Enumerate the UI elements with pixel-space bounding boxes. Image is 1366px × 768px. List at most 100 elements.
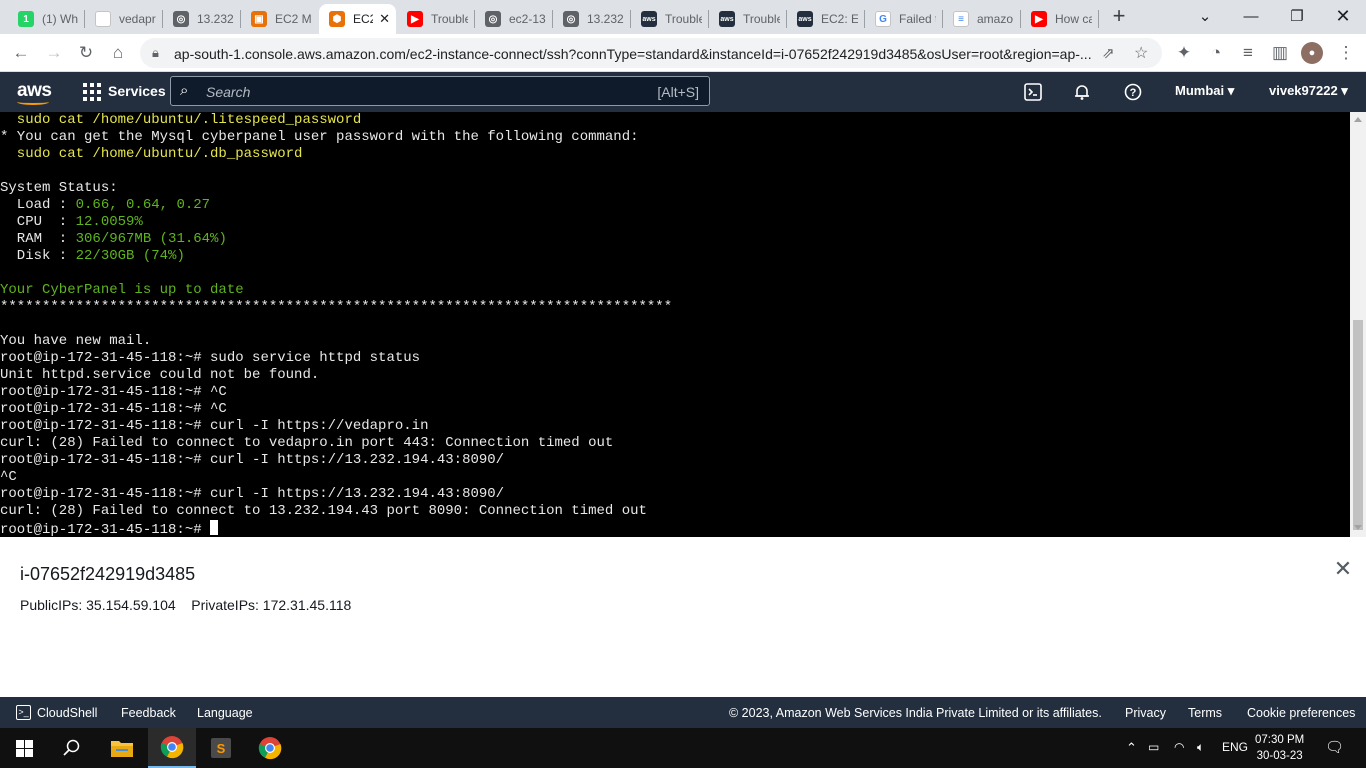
cloudshell-link[interactable]: CloudShell	[37, 706, 97, 720]
terminal-text: root@ip-172-31-45-118:~# curl -I https:/…	[0, 452, 505, 468]
cloudshell-icon[interactable]	[1023, 82, 1043, 102]
file-explorer-icon[interactable]	[98, 728, 146, 768]
terminal-line: Disk : 22/30GB (74%)	[0, 248, 672, 265]
system-clock[interactable]: 07:30 PM 30-03-23	[1255, 732, 1304, 764]
instance-ips: PublicIPs: 35.154.59.104 PrivateIPs: 172…	[20, 597, 352, 613]
terminal-line: root@ip-172-31-45-118:~# curl -I https:/…	[0, 486, 672, 503]
browser-tab[interactable]: ≡ amazo	[943, 4, 1020, 34]
notifications-bell-icon[interactable]	[1072, 82, 1092, 102]
terminal-output: sudo cat /home/ubuntu/.litespeed_passwor…	[0, 112, 672, 537]
terminal-line: root@ip-172-31-45-118:~# sudo service ht…	[0, 350, 672, 367]
share-icon[interactable]: ⇗	[1102, 44, 1115, 62]
browser-toolbar: ← → ↻ ⌂ 🔒︎ ap-south-1.console.aws.amazon…	[0, 34, 1366, 72]
browser-tab[interactable]: ▣ EC2 M	[241, 4, 318, 34]
browser-tab[interactable]: aws Trouble	[709, 4, 786, 34]
close-window-button[interactable]: ✕	[1320, 0, 1366, 32]
url-text[interactable]: ap-south-1.console.aws.amazon.com/ec2-in…	[174, 46, 1096, 62]
terminal-scrollbar[interactable]	[1350, 112, 1366, 537]
youtube-icon: ▶	[1031, 11, 1047, 27]
terminal-text: ^C	[0, 469, 17, 485]
browser-tab[interactable]: G Failed t	[865, 4, 942, 34]
terminal-line: curl: (28) Failed to connect to 13.232.1…	[0, 503, 672, 520]
terminal-line: You have new mail.	[0, 333, 672, 350]
tab-label: 13.232	[587, 12, 624, 26]
terminal-line: RAM : 306/967MB (31.64%)	[0, 231, 672, 248]
browser-tab[interactable]: aws Trouble	[631, 4, 708, 34]
tab-label: Failed t	[899, 12, 936, 26]
language-link[interactable]: Language	[197, 706, 253, 720]
address-bar[interactable]: 🔒︎ ap-south-1.console.aws.amazon.com/ec2…	[140, 38, 1162, 68]
chrome-profile-icon[interactable]	[246, 728, 294, 768]
lock-icon[interactable]: 🔒︎	[152, 45, 159, 61]
scrollbar-thumb[interactable]	[1353, 320, 1363, 530]
services-grid-icon[interactable]	[83, 83, 101, 101]
media-control-icon[interactable]: ≡	[1237, 42, 1259, 64]
browser-tab[interactable]: 1 (1) Wh	[8, 4, 84, 34]
tab-label: Trouble	[431, 12, 468, 26]
search-input[interactable]: ⌕ Search [Alt+S]	[170, 76, 710, 106]
aws-icon: aws	[719, 11, 735, 27]
windows-start-icon[interactable]	[0, 728, 48, 768]
menu-kebab-icon[interactable]: ⋮	[1335, 42, 1357, 64]
volume-icon[interactable]: 🔈︎	[1197, 740, 1204, 755]
terminal-line: sudo cat /home/ubuntu/.litespeed_passwor…	[0, 112, 672, 129]
ssh-terminal[interactable]: sudo cat /home/ubuntu/.litespeed_passwor…	[0, 112, 1350, 537]
region-selector[interactable]: Mumbai ▾	[1175, 83, 1234, 99]
home-icon[interactable]: ⌂	[107, 42, 129, 64]
close-icon[interactable]: ✕	[1333, 558, 1353, 580]
scroll-down-arrow-icon[interactable]	[1354, 525, 1362, 530]
close-tab-icon[interactable]: ✕	[379, 11, 390, 27]
tab-label: Trouble	[743, 12, 780, 26]
browser-tab[interactable]: ◎ 13.232	[163, 4, 240, 34]
account-menu[interactable]: vivek97222 ▾	[1269, 83, 1348, 99]
browser-tab[interactable]: vedapr	[85, 4, 162, 34]
extension-icon[interactable]: ◔	[1205, 42, 1227, 64]
terminal-text: Disk :	[0, 248, 76, 264]
battery-icon[interactable]: ▭	[1148, 740, 1159, 754]
minimize-button[interactable]: —	[1228, 0, 1274, 32]
new-tab-button[interactable]: +	[1108, 5, 1130, 27]
tab-label: Trouble	[665, 12, 702, 26]
privacy-link[interactable]: Privacy	[1125, 706, 1166, 720]
side-panel-icon[interactable]: ▥	[1269, 42, 1291, 64]
wifi-icon[interactable]: ◠	[1174, 740, 1184, 754]
chevron-up-icon[interactable]: ⌃	[1126, 740, 1137, 756]
notification-center-icon[interactable]: 🗨︎	[1325, 738, 1344, 756]
instance-info-panel: i-07652f242919d3485 PublicIPs: 35.154.59…	[0, 537, 1366, 697]
browser-tab[interactable]: ⬢ EC2 ✕	[319, 4, 396, 34]
cloudshell-footer-icon: >_	[16, 705, 31, 720]
services-menu[interactable]: Services	[108, 83, 166, 99]
sublime-text-icon[interactable]: S	[197, 728, 245, 768]
tab-search-icon[interactable]: ⌄	[1182, 0, 1228, 32]
bookmark-star-icon[interactable]: ☆	[1134, 43, 1148, 63]
terms-link[interactable]: Terms	[1188, 706, 1222, 720]
terminal-text: sudo cat /home/ubuntu/.litespeed_passwor…	[0, 112, 362, 128]
terminal-text: RAM :	[0, 231, 76, 247]
language-indicator[interactable]: ENG	[1222, 740, 1248, 754]
forward-arrow-icon[interactable]: →	[43, 42, 65, 64]
browser-tab[interactable]: ▶ How ca	[1021, 4, 1098, 34]
profile-avatar[interactable]: ●	[1301, 42, 1323, 64]
scroll-up-arrow-icon[interactable]	[1354, 117, 1362, 122]
browser-tab[interactable]: ◎ ec2-13	[475, 4, 552, 34]
browser-tab[interactable]: aws EC2: Er	[787, 4, 864, 34]
back-arrow-icon[interactable]: ←	[10, 42, 32, 64]
reload-icon[interactable]: ↻	[75, 42, 97, 64]
browser-tab[interactable]: ▶ Trouble	[397, 4, 474, 34]
terminal-text: Load :	[0, 197, 76, 213]
cookie-preferences-link[interactable]: Cookie preferences	[1247, 706, 1355, 720]
browser-tab[interactable]: ◎ 13.232	[553, 4, 630, 34]
search-icon: ⌕	[180, 82, 189, 99]
terminal-prompt-line[interactable]: root@ip-172-31-45-118:~#	[0, 520, 672, 537]
terminal-line: ****************************************…	[0, 299, 672, 316]
extensions-puzzle-icon[interactable]: ✦	[1173, 42, 1195, 64]
tab-label: 13.232	[197, 12, 234, 26]
restore-button[interactable]: ❐	[1274, 0, 1320, 32]
help-icon[interactable]: ?	[1123, 82, 1143, 102]
chrome-taskbar-icon[interactable]	[148, 728, 196, 768]
search-icon[interactable]	[48, 728, 96, 768]
feedback-link[interactable]: Feedback	[121, 706, 176, 720]
tab-label: EC2: Er	[821, 12, 858, 26]
